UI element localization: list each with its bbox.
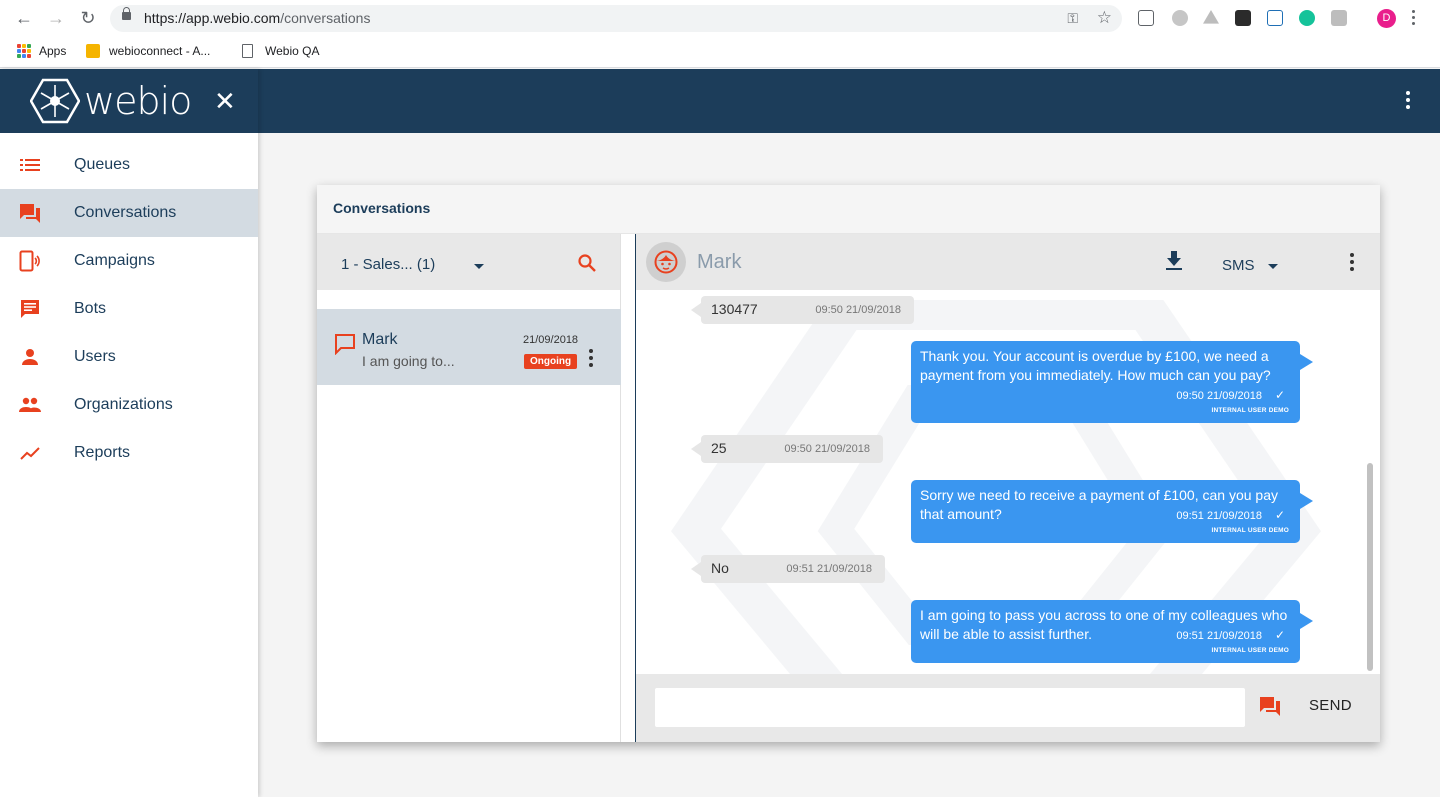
message-scrollbar[interactable] bbox=[1365, 291, 1374, 674]
conversation-preview: I am going to... bbox=[362, 353, 455, 369]
sidebar-item-label: Conversations bbox=[74, 204, 177, 221]
check-icon: ✓ bbox=[1274, 388, 1285, 402]
sidebar-item-conversations[interactable]: Conversations bbox=[0, 189, 258, 237]
grammarly-icon[interactable] bbox=[1299, 10, 1315, 26]
outgoing-message: I am going to pass you across to one of … bbox=[911, 600, 1313, 663]
bookmark-apps[interactable]: Apps bbox=[17, 44, 66, 58]
extension-dark-icon[interactable] bbox=[1235, 10, 1251, 26]
logo-mark-icon bbox=[30, 78, 80, 124]
conversation-list-panel: 1 - Sales... (1) Mark I am going to... 2… bbox=[317, 234, 621, 742]
profile-avatar[interactable]: D bbox=[1377, 9, 1396, 28]
card-title: Conversations bbox=[317, 185, 1380, 234]
sidebar-item-label: Bots bbox=[74, 300, 107, 317]
list-item[interactable]: Mark I am going to... 21/09/2018 Ongoing bbox=[317, 309, 621, 385]
incoming-message: 25 09:50 21/09/2018 bbox=[691, 435, 883, 463]
close-sidebar-button[interactable]: ✕ bbox=[214, 87, 236, 115]
package-icon bbox=[86, 44, 100, 58]
filter-bar: 1 - Sales... (1) bbox=[317, 234, 620, 290]
outgoing-message: Sorry we need to receive a payment of £1… bbox=[911, 480, 1313, 543]
sidebar-item-reports[interactable]: Reports bbox=[0, 429, 258, 477]
incoming-message: 130477 09:50 21/09/2018 bbox=[691, 296, 914, 324]
sidebar-item-queues[interactable]: Queues bbox=[0, 141, 258, 189]
queue-select[interactable]: 1 - Sales... (1) bbox=[341, 256, 435, 273]
browser-toolbar: ← → ↻ https://app.webio.com/conversation… bbox=[0, 0, 1440, 36]
message-composer: SEND bbox=[636, 674, 1380, 742]
chat-icon bbox=[19, 202, 41, 224]
sidebar: webio ✕ Queues Conversations Campaigns B… bbox=[0, 69, 258, 797]
sidebar-item-label: Queues bbox=[74, 156, 131, 173]
chat-panel: Mark SMS 130477 09:50 21/09/2018 Thank y… bbox=[636, 234, 1380, 742]
avatar bbox=[646, 242, 686, 282]
conversations-card: Conversations 1 - Sales... (1) Mark I am… bbox=[317, 185, 1380, 742]
bookmarks-bar: Apps webioconnect - A... Webio QA bbox=[0, 36, 1440, 68]
conversation-date: 21/09/2018 bbox=[523, 334, 579, 346]
face-icon bbox=[654, 250, 678, 274]
download-icon[interactable] bbox=[1166, 251, 1182, 276]
drive-icon[interactable] bbox=[1203, 10, 1219, 24]
logo: webio bbox=[30, 77, 192, 125]
check-icon: ✓ bbox=[1274, 628, 1285, 642]
channel-select[interactable]: SMS bbox=[1222, 257, 1255, 274]
chevron-down-icon[interactable] bbox=[474, 264, 484, 269]
contact-name: Mark bbox=[697, 251, 742, 273]
sidebar-item-campaigns[interactable]: Campaigns bbox=[0, 237, 258, 285]
sidebar-item-bots[interactable]: Bots bbox=[0, 285, 258, 333]
forward-arrow-icon[interactable]: → bbox=[46, 8, 66, 28]
message-input[interactable] bbox=[655, 688, 1245, 727]
extension-g-icon[interactable] bbox=[1331, 10, 1347, 26]
bookmark-webio-qa[interactable]: Webio QA bbox=[242, 44, 319, 58]
sidebar-item-label: Users bbox=[74, 348, 116, 365]
outgoing-message: Thank you. Your account is overdue by £1… bbox=[911, 341, 1313, 423]
key-icon[interactable]: ⚿ bbox=[1067, 10, 1078, 27]
people-icon bbox=[19, 394, 41, 416]
conversation-name: Mark bbox=[362, 331, 398, 348]
trending-up-icon bbox=[19, 442, 41, 464]
sidebar-item-label: Reports bbox=[74, 444, 131, 461]
page-icon bbox=[242, 44, 253, 58]
sidebar-header: webio ✕ bbox=[0, 69, 258, 133]
address-bar[interactable]: https://app.webio.com/conversations ⚿ ☆ bbox=[110, 5, 1122, 32]
extension-circle-icon[interactable] bbox=[1172, 10, 1188, 26]
person-icon bbox=[19, 346, 41, 368]
sidebar-item-label: Organizations bbox=[74, 396, 173, 413]
sidebar-item-organizations[interactable]: Organizations bbox=[0, 381, 258, 429]
reload-icon[interactable]: ↻ bbox=[78, 8, 98, 28]
status-badge: Ongoing bbox=[524, 354, 578, 369]
more-vert-icon[interactable] bbox=[1350, 253, 1354, 271]
chat-bubble-icon bbox=[334, 333, 356, 360]
list-icon bbox=[19, 154, 41, 176]
scrollbar-thumb[interactable] bbox=[1367, 463, 1373, 671]
chat-header: Mark SMS bbox=[636, 234, 1380, 290]
apps-grid-icon bbox=[17, 44, 31, 58]
webio-extension-icon[interactable] bbox=[1267, 10, 1283, 26]
sidebar-nav: Queues Conversations Campaigns Bots User… bbox=[0, 133, 258, 477]
more-vert-icon[interactable] bbox=[1400, 91, 1416, 113]
phone-broadcast-icon bbox=[19, 250, 41, 272]
message-thread: 130477 09:50 21/09/2018 Thank you. Your … bbox=[636, 290, 1380, 674]
sidebar-item-users[interactable]: Users bbox=[0, 333, 258, 381]
back-arrow-icon[interactable]: ← bbox=[14, 8, 34, 28]
bookmark-star-icon[interactable]: ☆ bbox=[1097, 8, 1112, 28]
chevron-down-icon[interactable] bbox=[1268, 264, 1278, 269]
brand-name: webio bbox=[84, 79, 192, 123]
send-button[interactable]: SEND bbox=[1309, 697, 1352, 714]
incoming-message: No 09:51 21/09/2018 bbox=[691, 555, 885, 583]
quick-replies-icon[interactable] bbox=[1259, 696, 1281, 721]
check-icon: ✓ bbox=[1274, 508, 1285, 522]
bookmark-webioconnect[interactable]: webioconnect - A... bbox=[86, 44, 210, 58]
more-vert-icon[interactable] bbox=[589, 349, 593, 367]
search-icon[interactable] bbox=[577, 253, 597, 273]
browser-menu-icon[interactable] bbox=[1412, 10, 1415, 25]
message-square-icon bbox=[19, 298, 41, 320]
sidebar-item-label: Campaigns bbox=[74, 252, 155, 269]
cast-icon[interactable] bbox=[1138, 10, 1154, 26]
url-text[interactable]: https://app.webio.com/conversations bbox=[144, 10, 370, 26]
lock-icon bbox=[122, 7, 131, 20]
